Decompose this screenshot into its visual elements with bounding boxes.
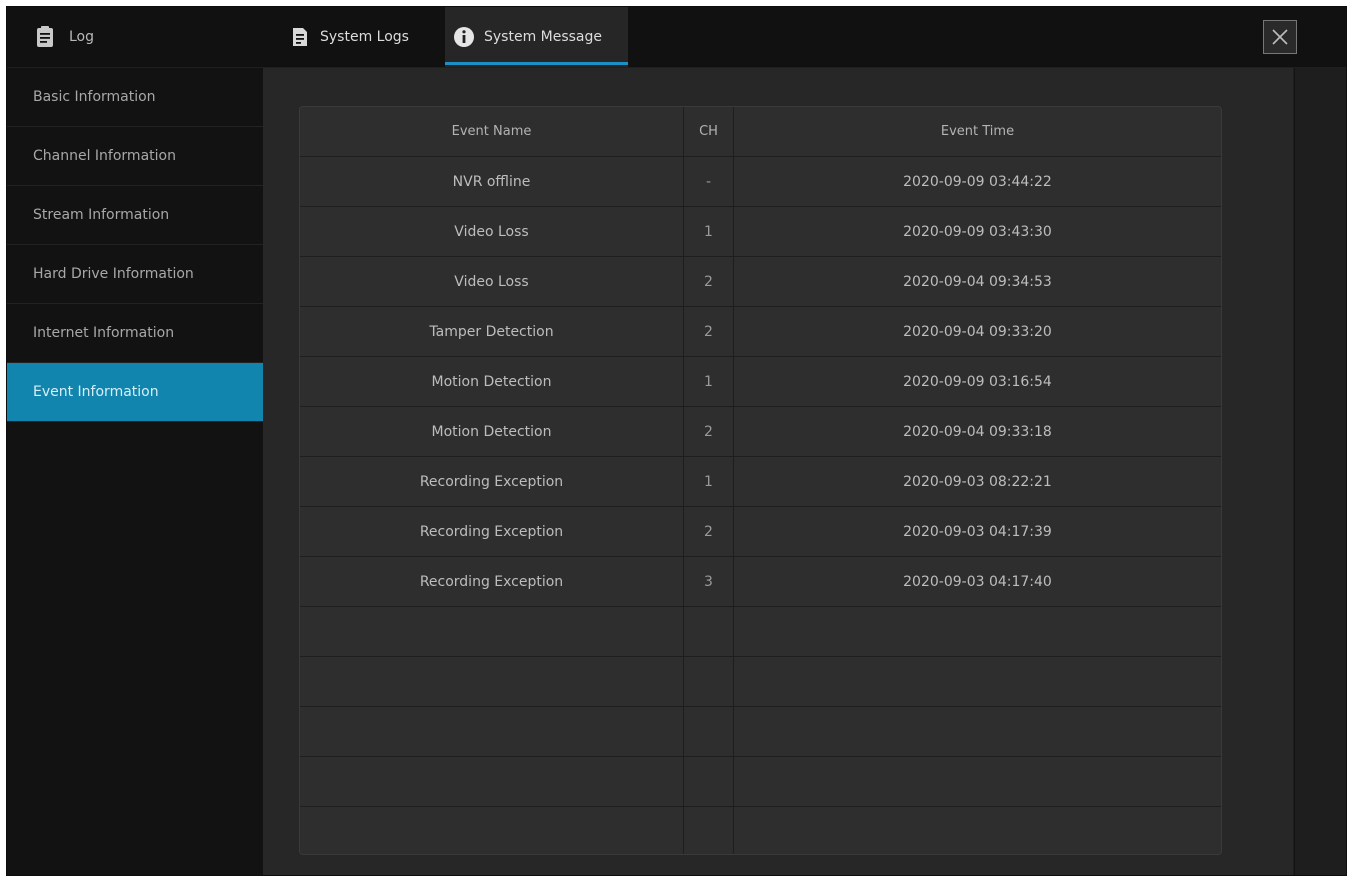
channel-cell: 2 [684,507,734,556]
channel-cell: 1 [684,207,734,256]
sidebar-item-label: Channel Information [33,148,176,164]
column-header-event-name[interactable]: Event Name [300,107,684,156]
column-header-ch[interactable]: CH [684,107,734,156]
event-name-cell: Video Loss [300,257,684,306]
event-time-cell: 2020-09-09 03:43:30 [903,223,1052,240]
event-name-cell [300,757,684,806]
sidebar-item-internet-information[interactable]: Internet Information [7,304,263,363]
right-panel-strip [1294,68,1346,875]
sidebar-item-label: Hard Drive Information [33,266,194,282]
close-icon [1271,28,1289,46]
channel-cell [684,657,734,706]
window-title-area: Log [7,7,263,67]
event-time-cell [734,807,1221,854]
event-time-cell: 2020-09-04 09:34:53 [903,273,1052,290]
event-name-cell [300,657,684,706]
sidebar-item-basic-information[interactable]: Basic Information [7,68,263,127]
table-row[interactable]: Tamper Detection 2 2020-09-04 09:33:20 [300,307,1221,357]
event-name-cell: Motion Detection [300,357,684,406]
tab-system-logs[interactable]: System Logs [287,7,432,67]
event-time-cell: 2020-09-03 04:17:39 [903,523,1052,540]
table-row[interactable]: Recording Exception 3 2020-09-03 04:17:4… [300,557,1221,607]
active-tab-indicator [445,62,628,65]
table-row[interactable]: Video Loss 2 2020-09-04 09:34:53 [300,257,1221,307]
channel-cell [684,607,734,656]
sidebar: Basic Information Channel Information St… [7,68,263,875]
close-button[interactable] [1263,20,1297,54]
event-time-cell: 2020-09-04 09:33:20 [903,323,1052,340]
event-name-cell: Recording Exception [300,557,684,606]
channel-cell: 2 [684,407,734,456]
channel-cell: 3 [684,557,734,606]
sidebar-item-label: Basic Information [33,89,156,105]
table-row[interactable]: Recording Exception 2 2020-09-03 04:17:3… [300,507,1221,557]
event-name-cell [300,607,684,656]
column-header-event-time[interactable]: Event Time [734,107,1221,156]
event-name-cell: NVR offline [300,157,684,206]
event-name-cell: Recording Exception [300,507,684,556]
tab-system-message[interactable]: System Message [445,7,628,67]
table-row-empty [300,657,1221,707]
event-name-cell [300,807,684,854]
event-name-cell [300,707,684,756]
event-time-cell [734,657,1221,706]
document-icon [289,26,311,48]
table-row[interactable]: Motion Detection 2 2020-09-04 09:33:18 [300,407,1221,457]
event-table: Event Name CH Event Time NVR offline - 2… [299,106,1222,855]
event-time-cell [734,607,1221,656]
sidebar-item-label: Internet Information [33,325,175,341]
event-time-cell: 2020-09-03 08:22:21 [903,473,1052,490]
event-time-cell: 2020-09-09 03:44:22 [903,173,1052,190]
event-time-cell [734,757,1221,806]
table-row-empty [300,757,1221,807]
sidebar-item-channel-information[interactable]: Channel Information [7,127,263,186]
table-row-empty [300,607,1221,657]
event-time-cell: 2020-09-03 04:17:40 [903,573,1052,590]
channel-cell: 1 [684,357,734,406]
tab-system-logs-label: System Logs [320,29,409,45]
table-row-empty [300,807,1221,854]
event-name-cell: Recording Exception [300,457,684,506]
table-header: Event Name CH Event Time [300,107,1221,157]
window-title: Log [69,29,95,45]
sidebar-item-event-information[interactable]: Event Information [7,363,263,422]
event-time-cell: 2020-09-09 03:16:54 [903,373,1052,390]
channel-cell [684,707,734,756]
log-window: Log System Logs System Message Basic Inf… [6,6,1347,876]
clipboard-icon [35,26,55,48]
sidebar-item-label: Stream Information [33,207,170,223]
info-icon [453,26,475,48]
table-row[interactable]: NVR offline - 2020-09-09 03:44:22 [300,157,1221,207]
channel-cell: - [684,157,734,206]
sidebar-item-label: Event Information [33,384,159,400]
sidebar-item-stream-information[interactable]: Stream Information [7,186,263,245]
table-row-empty [300,707,1221,757]
top-bar: Log System Logs System Message [7,7,1346,67]
table-row[interactable]: Recording Exception 1 2020-09-03 08:22:2… [300,457,1221,507]
channel-cell [684,757,734,806]
channel-cell: 2 [684,307,734,356]
event-name-cell: Video Loss [300,207,684,256]
event-name-cell: Tamper Detection [300,307,684,356]
channel-cell: 2 [684,257,734,306]
event-time-cell: 2020-09-04 09:33:18 [903,423,1052,440]
event-name-cell: Motion Detection [300,407,684,456]
table-row[interactable]: Motion Detection 1 2020-09-09 03:16:54 [300,357,1221,407]
main-content: Event Name CH Event Time NVR offline - 2… [263,68,1293,875]
tab-system-message-label: System Message [484,29,603,45]
event-time-cell [734,707,1221,756]
channel-cell: 1 [684,457,734,506]
sidebar-item-hard-drive-information[interactable]: Hard Drive Information [7,245,263,304]
channel-cell [684,807,734,854]
table-row[interactable]: Video Loss 1 2020-09-09 03:43:30 [300,207,1221,257]
